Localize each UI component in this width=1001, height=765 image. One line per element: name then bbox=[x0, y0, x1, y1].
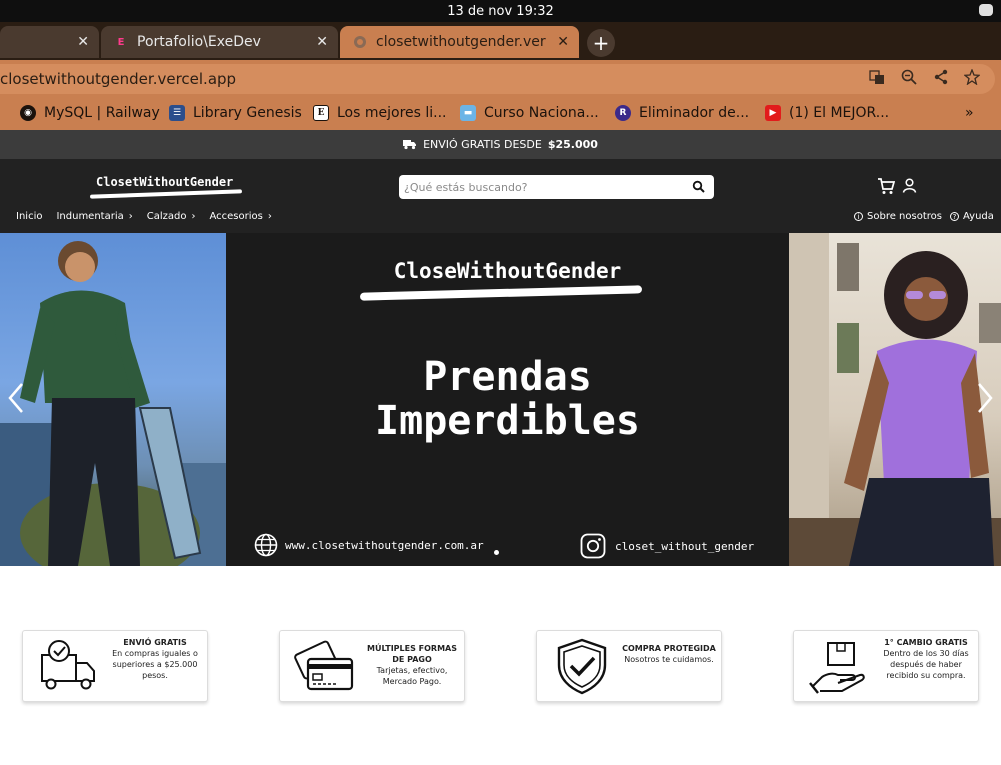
nav-indumentaria[interactable]: Indumentaria › bbox=[56, 211, 132, 222]
feature-text: ENVIÓ GRATIS En compras iguales o superi… bbox=[107, 637, 203, 681]
search-icon[interactable] bbox=[692, 180, 706, 194]
question-icon: ? bbox=[950, 212, 959, 221]
globe-favicon-icon bbox=[352, 34, 368, 50]
hero-carousel: CloseWithoutGender Prendas Imperdibles w… bbox=[0, 233, 1001, 566]
feature-title: COMPRA PROTEGIDA bbox=[622, 644, 716, 653]
url-text: closetwithoutgender.vercel.app bbox=[0, 70, 237, 88]
chevron-left-icon bbox=[8, 383, 23, 413]
hero-photo-left bbox=[0, 233, 226, 566]
tab-unnamed[interactable]: ✕ bbox=[0, 26, 99, 58]
tab-close-icon[interactable]: ✕ bbox=[77, 34, 89, 50]
shipping-text: ENVIÓ GRATIS DESDE bbox=[423, 138, 542, 151]
shield-check-icon bbox=[557, 638, 607, 695]
flag-icon: ▬ bbox=[460, 105, 476, 121]
hero-instagram[interactable]: closet_without_gender bbox=[580, 533, 754, 559]
carousel-prev-button[interactable] bbox=[4, 378, 28, 418]
tab-strip: ✕ E Portafolio\ExeDev ✕ closetwithoutgen… bbox=[0, 22, 1001, 60]
site-logo[interactable]: ClosetWithoutGender bbox=[89, 175, 243, 199]
translate-icon[interactable] bbox=[868, 68, 886, 86]
cart-icon[interactable] bbox=[877, 177, 895, 195]
feature-desc: Tarjetas, efectivo, Mercado Pago. bbox=[376, 666, 448, 686]
tab-portafolio[interactable]: E Portafolio\ExeDev ✕ bbox=[101, 26, 338, 58]
shipping-amount: $25.000 bbox=[547, 138, 598, 151]
search-placeholder: ¿Qué estás buscando? bbox=[404, 180, 528, 194]
feature-title: ENVIÓ GRATIS bbox=[123, 638, 187, 647]
feature-title: MÚLTIPLES FORMAS DE PAGO bbox=[367, 644, 457, 664]
new-tab-button[interactable]: + bbox=[587, 29, 615, 57]
hero-website[interactable]: www.closetwithoutgender.com.ar bbox=[254, 533, 484, 557]
feature-card-protected: COMPRA PROTEGIDA Nosotros te cuidamos. bbox=[536, 630, 722, 702]
system-clock[interactable]: 13 de nov 19:32 bbox=[447, 4, 554, 19]
package-hand-icon bbox=[809, 642, 865, 694]
instagram-icon bbox=[580, 533, 606, 559]
bookmarks-bar: ◉ MySQL | Railway ☰ Library Genesis E Lo… bbox=[0, 98, 1001, 130]
e-icon: E bbox=[313, 105, 329, 121]
chevron-right-icon bbox=[978, 383, 993, 413]
chevron-right-icon: › bbox=[191, 211, 196, 222]
help-link[interactable]: ? Ayuda bbox=[950, 211, 994, 222]
chevron-right-icon: › bbox=[128, 211, 133, 222]
hero-photo-right bbox=[789, 233, 1001, 566]
exedev-favicon-icon: E bbox=[117, 36, 125, 48]
shipping-banner: ENVIÓ GRATIS DESDE $25.000 bbox=[0, 130, 1001, 159]
features-section: ENVIÓ GRATIS En compras iguales o superi… bbox=[0, 566, 1001, 765]
model-skateboard-image bbox=[0, 241, 226, 566]
feature-text: MÚLTIPLES FORMAS DE PAGO Tarjetas, efect… bbox=[364, 643, 460, 687]
delivery-truck-icon bbox=[41, 640, 95, 690]
nav-accesorios[interactable]: Accesorios › bbox=[209, 211, 271, 222]
nav-calzado[interactable]: Calzado › bbox=[147, 211, 196, 222]
credit-card-icon bbox=[294, 640, 354, 691]
feature-card-payment: MÚLTIPLES FORMAS DE PAGO Tarjetas, efect… bbox=[279, 630, 465, 702]
bookmark-youtube[interactable]: ▶ (1) El MEJOR... bbox=[765, 105, 889, 121]
tab-close-icon[interactable]: ✕ bbox=[316, 34, 328, 50]
tab-label: Portafolio\ExeDev bbox=[137, 34, 261, 50]
share-icon[interactable] bbox=[932, 68, 950, 86]
site-header: ClosetWithoutGender ¿Qué estás buscando?… bbox=[0, 159, 1001, 233]
bookmark-los-mejores[interactable]: E Los mejores li... bbox=[313, 105, 447, 121]
feature-text: COMPRA PROTEGIDA Nosotros te cuidamos. bbox=[621, 643, 717, 665]
feature-card-free-exchange: 1° CAMBIO GRATIS Dentro de los 30 días d… bbox=[793, 630, 979, 702]
tray-icon[interactable] bbox=[979, 4, 993, 16]
chevron-right-icon: › bbox=[267, 211, 272, 222]
library-icon: ☰ bbox=[169, 105, 185, 121]
bookmark-star-icon[interactable] bbox=[963, 68, 981, 86]
bookmark-eliminador[interactable]: R Eliminador de... bbox=[615, 105, 749, 121]
nav-inicio[interactable]: Inicio bbox=[16, 211, 42, 222]
user-icon[interactable] bbox=[902, 178, 917, 193]
hero-brand: CloseWithoutGender bbox=[393, 259, 622, 283]
system-top-bar: 13 de nov 19:32 bbox=[0, 0, 1001, 22]
url-field[interactable]: closetwithoutgender.vercel.app bbox=[0, 64, 995, 94]
feature-desc: Nosotros te cuidamos. bbox=[624, 655, 714, 664]
hero-brush-stroke bbox=[359, 285, 643, 301]
bookmarks-overflow-button[interactable]: » bbox=[965, 105, 974, 121]
carousel-indicator-dot[interactable] bbox=[494, 550, 499, 555]
r-icon: R bbox=[615, 105, 631, 121]
truck-icon bbox=[403, 140, 417, 150]
carousel-next-button[interactable] bbox=[973, 378, 997, 418]
bookmark-mysql-railway[interactable]: ◉ MySQL | Railway bbox=[20, 105, 160, 121]
bookmark-library-genesis[interactable]: ☰ Library Genesis bbox=[169, 105, 302, 121]
address-bar: closetwithoutgender.vercel.app bbox=[0, 60, 1001, 98]
model-purple-shirt-image bbox=[789, 233, 1001, 566]
main-nav: Inicio Indumentaria › Calzado › Accesorios… bbox=[16, 211, 272, 222]
logo-brush-stroke bbox=[89, 189, 243, 199]
tab-closet[interactable]: closetwithoutgender.ver ✕ bbox=[340, 26, 579, 58]
hero-headline: Prendas Imperdibles bbox=[375, 354, 640, 444]
feature-card-free-shipping: ENVIÓ GRATIS En compras iguales o superi… bbox=[22, 630, 208, 702]
search-input[interactable]: ¿Qué estás buscando? bbox=[399, 175, 714, 199]
feature-desc: En compras iguales o superiores a $25.00… bbox=[112, 649, 198, 680]
hero-banner: CloseWithoutGender Prendas Imperdibles w… bbox=[226, 233, 789, 566]
tab-label: closetwithoutgender.ver bbox=[376, 34, 546, 50]
about-link[interactable]: i Sobre nosotros bbox=[854, 211, 942, 222]
zoom-icon[interactable] bbox=[900, 68, 918, 86]
info-icon: i bbox=[854, 212, 863, 221]
railway-icon: ◉ bbox=[20, 105, 36, 121]
feature-text: 1° CAMBIO GRATIS Dentro de los 30 días d… bbox=[878, 637, 974, 681]
feature-desc: Dentro de los 30 días después de haber r… bbox=[883, 649, 969, 680]
bookmark-curso-nacional[interactable]: ▬ Curso Naciona... bbox=[460, 105, 599, 121]
youtube-icon: ▶ bbox=[765, 105, 781, 121]
globe-icon bbox=[254, 533, 278, 557]
feature-title: 1° CAMBIO GRATIS bbox=[884, 638, 968, 647]
tab-close-icon[interactable]: ✕ bbox=[557, 34, 569, 50]
